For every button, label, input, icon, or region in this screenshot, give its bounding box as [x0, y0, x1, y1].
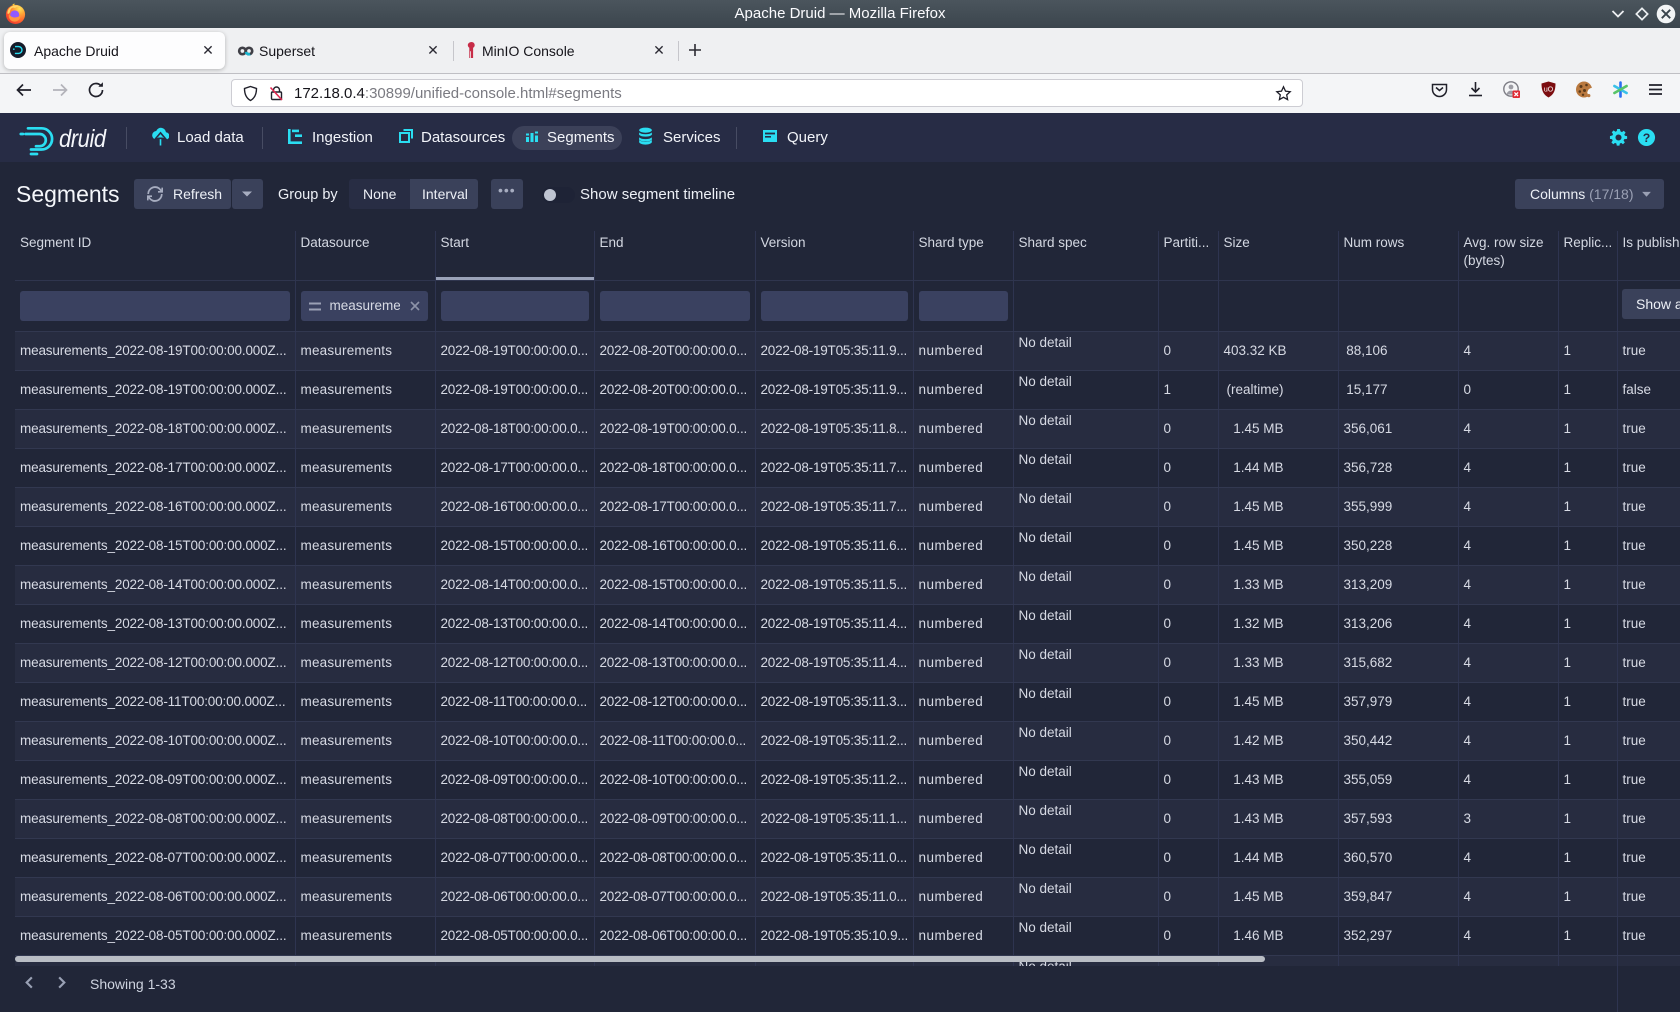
svg-text:?: ? [1643, 131, 1651, 145]
svg-text:uO: uO [1544, 87, 1554, 94]
